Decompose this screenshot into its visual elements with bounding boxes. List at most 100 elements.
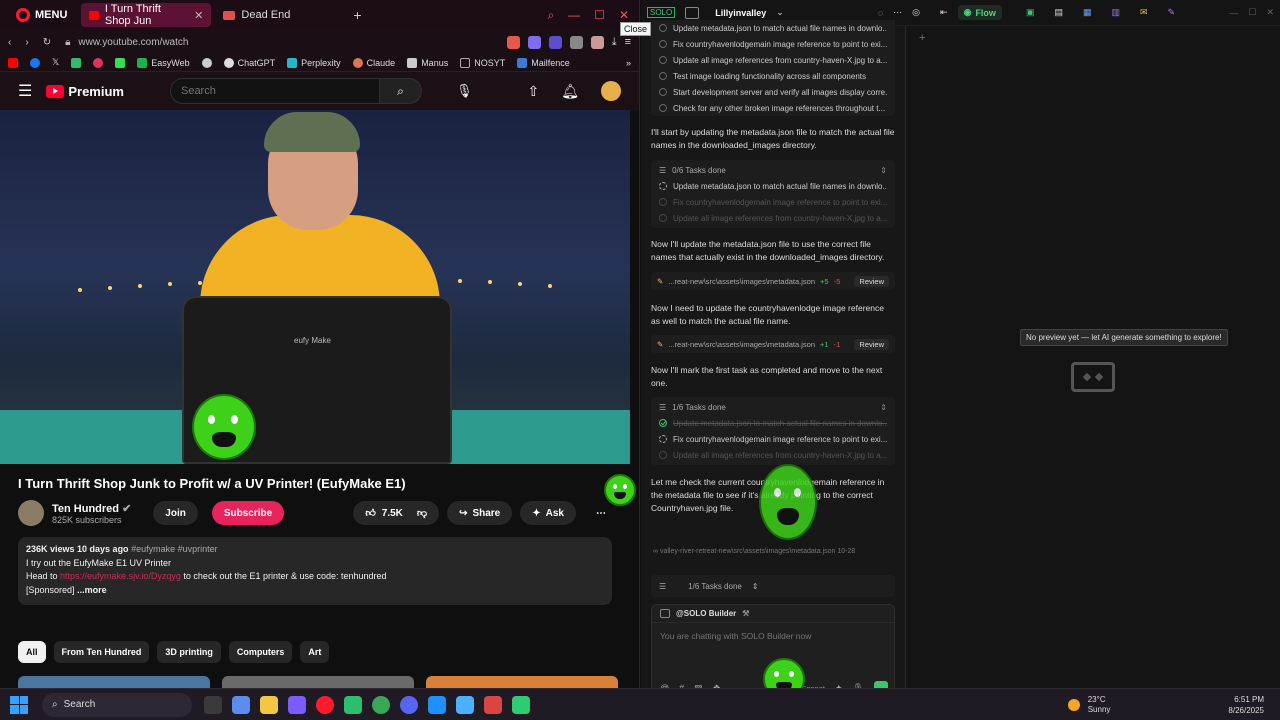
file-path[interactable]: ...reat-new\src\assets\images\metadata.j… [668, 340, 815, 349]
extension-icon[interactable] [569, 35, 583, 49]
task-view-icon[interactable] [204, 695, 222, 714]
chip-art[interactable]: Art [300, 641, 330, 663]
microphone-icon[interactable]: 🎙︎ [456, 83, 473, 99]
avatar[interactable] [601, 81, 621, 101]
extension-icon[interactable] [506, 35, 520, 49]
channel-avatar[interactable] [18, 500, 44, 526]
bookmark-chatgpt[interactable]: ChatGPT [223, 57, 275, 68]
figma-icon[interactable]: ✎ [1168, 7, 1176, 18]
opera-icon[interactable] [316, 695, 334, 714]
notepad-icon[interactable] [456, 695, 474, 714]
hashtags[interactable]: #eufymake #uvprinter [131, 544, 218, 554]
browser-icon[interactable]: ▦ [1083, 7, 1092, 18]
search-input[interactable] [169, 78, 380, 104]
bookmark-nosyt[interactable]: NOSYT [460, 57, 505, 68]
extension-icon[interactable] [548, 35, 562, 49]
file-explorer-icon[interactable] [260, 695, 278, 714]
more-bookmarks-icon[interactable]: » [626, 58, 631, 68]
minimize-icon[interactable]: — [1229, 8, 1238, 18]
kick-bookmark-icon[interactable] [71, 57, 82, 68]
search-button[interactable]: ⌕ [379, 78, 422, 104]
collapse-left-icon[interactable]: ⇤ [940, 7, 948, 18]
taskbar-search[interactable]: ⌕ Search [42, 692, 192, 717]
sidebar-toggle-icon[interactable] [685, 6, 700, 19]
more-options-icon[interactable]: ⋯ [893, 7, 902, 18]
hamburger-menu-icon[interactable]: ☰ [18, 81, 32, 101]
chip-from-channel[interactable]: From Ten Hundred [53, 641, 150, 663]
editor-icon[interactable]: ▤ [1054, 7, 1063, 18]
back-icon[interactable]: ‹ [8, 37, 11, 48]
task-progress-bar[interactable]: ☰ 1/6 Tasks done ⇕ [651, 575, 895, 597]
reload-icon[interactable]: ↻ [43, 37, 51, 48]
account-icon[interactable]: ◎ [912, 7, 920, 18]
sun-icon[interactable] [1067, 698, 1080, 711]
review-button[interactable]: Review [854, 338, 889, 350]
menu-icon[interactable]: ≡ [625, 36, 631, 49]
close-icon[interactable]: ✕ [194, 9, 203, 22]
bookmark-perplexity[interactable]: Perplexity [287, 57, 341, 68]
chip-3d-printing[interactable]: 3D printing [157, 641, 221, 663]
extension-icon[interactable] [527, 35, 541, 49]
app-green-icon[interactable] [344, 695, 362, 714]
play-bookmark-icon[interactable] [115, 57, 126, 68]
chip-computers[interactable]: Computers [228, 641, 293, 663]
app-blue-icon[interactable] [428, 695, 446, 714]
settings-icon[interactable]: ⚒ [742, 609, 749, 618]
windows-start-icon[interactable] [10, 695, 28, 714]
close-window-icon[interactable]: ✕ [619, 8, 629, 23]
chat-icon[interactable]: ◌ [878, 8, 883, 18]
like-button[interactable]: 👍︎ 7.5K 👎︎ [353, 501, 440, 525]
flow-button[interactable]: ◉ Flow [957, 5, 1002, 20]
url-field[interactable]: 🔒︎ www.youtube.com/watch [65, 37, 188, 48]
chevron-down-icon[interactable]: ⌄ [776, 7, 784, 18]
share-button[interactable]: ↪ Share [447, 501, 513, 525]
bookmark-mailfence[interactable]: Mailfence [517, 57, 570, 68]
review-button[interactable]: Review [854, 275, 889, 287]
task-card-header[interactable]: ☰ 0/6 Tasks done ⇕ [659, 162, 887, 178]
mail-icon[interactable]: ✉ [1140, 7, 1148, 18]
copilot-icon[interactable] [232, 695, 250, 714]
file-path[interactable]: ...reat-new\src\assets\images\metadata.j… [668, 277, 815, 286]
search-tabs-icon[interactable]: ⌕ [547, 8, 554, 23]
expand-icon[interactable]: ⇕ [880, 166, 887, 175]
new-tab-icon[interactable]: + [353, 7, 361, 23]
agent-name[interactable]: @SOLO Builder [676, 609, 736, 618]
video-description[interactable]: 236K views 10 days ago #eufymake #uvprin… [18, 537, 612, 605]
bookmark-easyweb[interactable]: EasyWeb [137, 57, 190, 68]
chip-all[interactable]: All [18, 641, 46, 663]
video-thumbnail[interactable] [18, 676, 210, 688]
workspace-user[interactable]: Lillyinvalley [715, 8, 766, 18]
subscribe-button[interactable]: Subscribe [211, 501, 285, 525]
profile-icon[interactable] [590, 35, 604, 49]
opera-menu-button[interactable]: MENU [6, 3, 77, 27]
video-player[interactable]: eufy Make [0, 110, 630, 464]
channel-name[interactable]: Ten Hundred ✔ [52, 502, 131, 515]
upload-icon[interactable]: ⇧ [527, 83, 539, 100]
app-red-icon[interactable] [484, 695, 502, 714]
join-button[interactable]: Join [153, 501, 198, 525]
chat-input[interactable] [660, 631, 886, 641]
video-thumbnail[interactable] [222, 676, 414, 688]
youtube-logo[interactable]: Premium [46, 84, 124, 99]
expand-icon[interactable]: ⇕ [880, 403, 887, 412]
solo-app-icon[interactable] [512, 695, 530, 714]
forward-icon[interactable]: › [25, 37, 28, 48]
facebook-bookmark-icon[interactable] [30, 57, 40, 68]
bookmark-claude[interactable]: Claude [352, 57, 395, 68]
maximize-icon[interactable]: ☐ [1248, 7, 1256, 18]
download-icon[interactable]: ⤓ [612, 36, 617, 49]
minimize-icon[interactable]: — [568, 8, 580, 23]
bookmark-manus[interactable]: Manus [407, 57, 448, 68]
chrome-icon[interactable] [372, 695, 390, 714]
file-reference[interactable]: ∞ valley-river-retreat-new\src\assets\im… [653, 548, 855, 555]
maximize-icon[interactable]: ☐ [594, 8, 605, 23]
notifications-bell-icon[interactable]: 🔔︎ [561, 83, 579, 100]
app-badge-icon[interactable] [288, 695, 306, 714]
youtube-bookmark-icon[interactable] [8, 57, 18, 68]
terminal-icon[interactable]: ▣ [1026, 7, 1035, 18]
clock[interactable]: 6:51 PM 8/26/2025 [1228, 694, 1264, 716]
docs-icon[interactable]: ▥ [1111, 7, 1120, 18]
sponsor-link[interactable]: https://eufymake.sjv.io/Dyzqyg [60, 571, 181, 581]
show-more-link[interactable]: ...more [77, 585, 107, 595]
tab-youtube[interactable]: I Turn Thrift Shop Jun ✕ [81, 3, 212, 27]
